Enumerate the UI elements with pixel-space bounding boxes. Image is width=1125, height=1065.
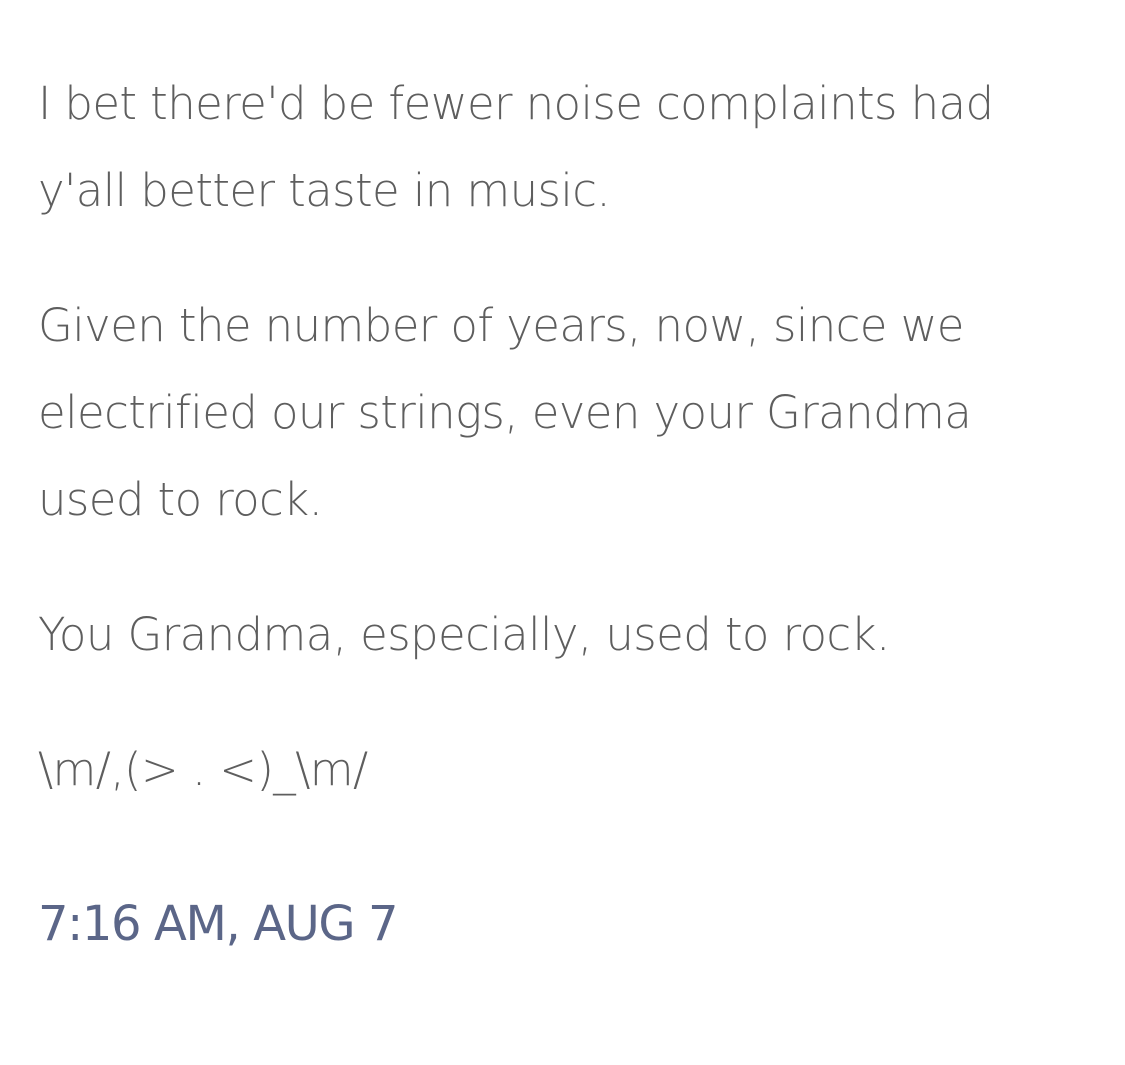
post-timestamp-link[interactable]: 7:16 AM, AUG 7: [38, 881, 399, 968]
post-paragraph-3: You Grandma, especially, used to rock.: [38, 608, 890, 661]
post-container: I bet there'd be fewer noise complaints …: [0, 0, 1125, 1065]
post-paragraph-kaomoji: \m/,(> . <)_\m/: [38, 743, 368, 796]
post-paragraph-2: Given the number of years, now, since we…: [38, 299, 972, 526]
post-paragraph-1: I bet there'd be fewer noise complaints …: [38, 77, 994, 217]
